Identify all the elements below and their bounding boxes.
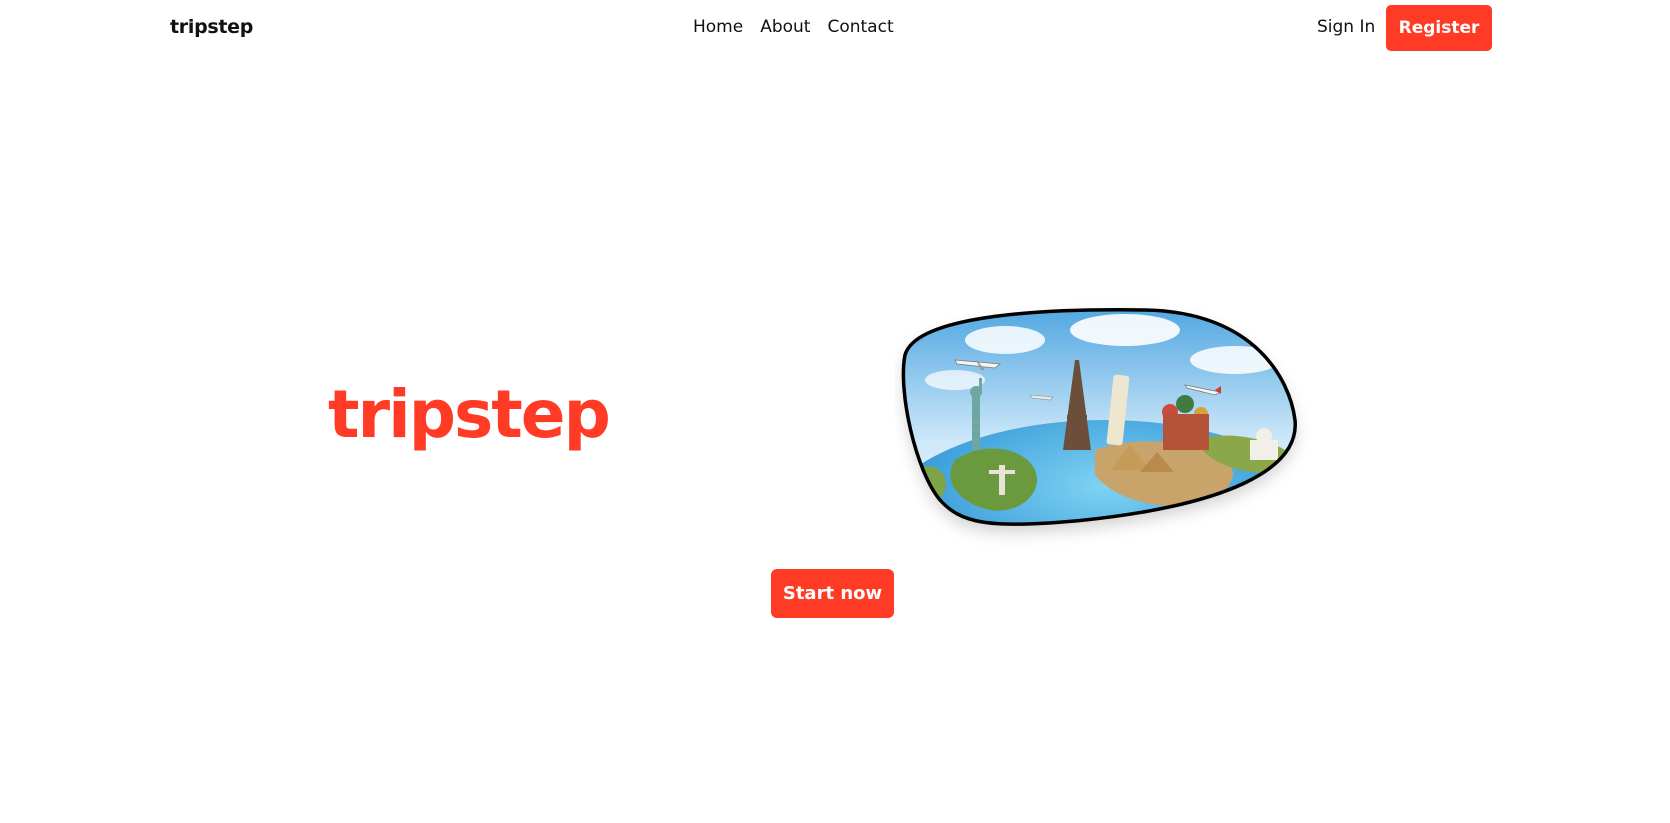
world-landmarks-globe-icon xyxy=(901,308,1297,526)
nav-link-about[interactable]: About xyxy=(760,17,810,37)
hero-image xyxy=(895,300,1315,560)
hero-title: tripstep xyxy=(328,376,611,453)
sign-in-link[interactable]: Sign In xyxy=(1317,17,1375,37)
register-button[interactable]: Register xyxy=(1386,5,1492,51)
nav-link-contact[interactable]: Contact xyxy=(827,17,893,37)
nav-links: Home About Contact xyxy=(693,17,894,37)
start-now-button[interactable]: Start now xyxy=(771,569,894,618)
nav-link-home[interactable]: Home xyxy=(693,17,743,37)
brand-logo-text[interactable]: tripstep xyxy=(170,16,253,38)
top-nav: tripstep Home About Contact Sign In Regi… xyxy=(0,0,1670,56)
